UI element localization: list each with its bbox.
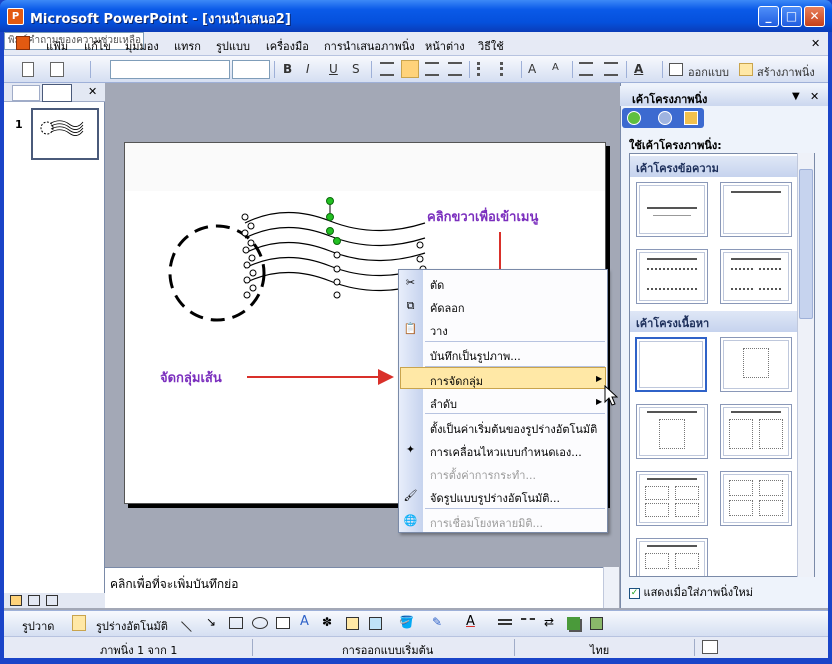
font-color-draw-icon[interactable]: A	[466, 614, 475, 629]
context-grouping[interactable]: การจัดกลุ่ม	[430, 372, 483, 390]
annotation-group-lines: จัดกลุ่มเส้น	[160, 371, 222, 386]
annotation-right-click: คลิกขวาเพื่อเข้าเมนู	[427, 210, 539, 225]
layout-title-slide[interactable]	[636, 182, 708, 237]
task-pane-nav	[622, 108, 704, 128]
drawing-toolbar: รูปวาด รูปร่างอัตโนมัติ ↘ A ✽ 🪣 ✎ A ⇄	[4, 610, 828, 636]
forward-icon[interactable]	[658, 111, 672, 125]
paste-clipboard-icon: 📋	[403, 322, 418, 335]
apply-layout-label: ใช้เค้าโครงภาพนิ่ง:	[629, 139, 722, 152]
back-icon[interactable]	[627, 111, 641, 125]
submenu-arrow-icon: ▶	[596, 374, 603, 383]
layout-title-two-content[interactable]	[720, 404, 792, 459]
dash-style-icon[interactable]	[521, 618, 535, 626]
section-content-layouts: เค้าโครงเนื้อหา	[630, 311, 798, 332]
notes-placeholder[interactable]: คลิกเพื่อที่จะเพิ่มบันทึกย่อ	[110, 575, 238, 594]
home-icon[interactable]	[684, 111, 698, 125]
context-save-as-picture[interactable]: บันทึกเป็นรูปภาพ...	[430, 347, 521, 365]
context-hyperlink[interactable]: การเชื่อมโยงหลายมิติ...	[430, 514, 543, 532]
select-pointer-icon[interactable]	[72, 615, 86, 631]
mouse-cursor-icon	[604, 385, 618, 406]
show-on-insert-label: แสดงเมื่อใส่ภาพนิ่งใหม่	[643, 586, 753, 599]
picture-icon[interactable]	[369, 617, 382, 630]
oval-icon[interactable]	[252, 617, 268, 629]
line-style-icon[interactable]	[498, 619, 512, 625]
context-set-default[interactable]: ตั้งเป็นค่าเริ่มต้นของรูปร่างอัตโนมัติ	[430, 420, 597, 438]
task-pane-dropdown[interactable]: ▼	[792, 91, 800, 102]
line-icon[interactable]	[181, 612, 201, 632]
context-cut[interactable]: ตัด	[430, 276, 444, 294]
status-design-template: การออกแบบเริ่มต้น	[342, 644, 434, 657]
layout-partial[interactable]	[636, 538, 708, 576]
layout-four-content[interactable]	[720, 471, 792, 526]
layout-content[interactable]	[720, 337, 792, 392]
checkbox-checked-icon[interactable]: ✓	[629, 587, 640, 599]
context-custom-animation[interactable]: การเคลื่อนไหวแบบกำหนดเอง...	[430, 443, 582, 461]
rectangle-icon[interactable]	[229, 617, 243, 629]
textbox-icon[interactable]	[276, 617, 290, 629]
wordart-icon[interactable]: A	[300, 614, 309, 629]
layout-title-content[interactable]	[636, 404, 708, 459]
format-shape-icon: 🖌	[403, 489, 418, 502]
status-bar: ภาพนิ่ง 1 จาก 1 การออกแบบเริ่มต้น ไทย	[4, 636, 828, 658]
arrow-icon[interactable]: ↘	[206, 615, 216, 629]
layout-two-column-text[interactable]	[720, 249, 792, 304]
status-language: ไทย	[590, 644, 610, 657]
3d-style-icon[interactable]	[590, 617, 603, 630]
animation-icon: ✦	[405, 443, 416, 456]
submenu-arrow-icon: ▶	[596, 397, 603, 406]
draw-menu-button[interactable]: รูปวาด	[22, 617, 54, 635]
copy-icon: ⧉	[406, 299, 415, 312]
context-action-settings[interactable]: การตั้งค่าการกระทำ...	[430, 466, 536, 484]
cut-icon: ✂	[405, 276, 416, 289]
diagram-icon[interactable]: ✽	[322, 615, 332, 629]
layout-title-four-content[interactable]	[636, 471, 708, 526]
layout-scrollbar[interactable]	[797, 153, 814, 577]
arrow-style-icon[interactable]: ⇄	[544, 615, 554, 629]
shadow-style-icon[interactable]	[567, 617, 580, 630]
context-copy[interactable]: คัดลอก	[430, 299, 465, 317]
layout-gallery: เค้าโครงข้อความ เค้าโครงเนื้อหา	[629, 153, 815, 577]
layout-blank[interactable]	[635, 337, 707, 392]
layout-title-text[interactable]	[636, 249, 708, 304]
status-slide-count: ภาพนิ่ง 1 จาก 1	[100, 644, 178, 657]
context-order[interactable]: ลำดับ	[430, 395, 457, 413]
task-pane-title: เค้าโครงภาพนิ่ง	[632, 93, 708, 106]
fill-color-icon[interactable]: 🪣	[399, 615, 414, 629]
spelling-status-icon[interactable]	[702, 640, 718, 654]
hyperlink-icon: 🌐	[403, 514, 418, 527]
layout-title-only[interactable]	[720, 182, 792, 237]
context-format-autoshape[interactable]: จัดรูปแบบรูปร่างอัตโนมัติ...	[430, 489, 560, 507]
line-color-icon[interactable]: ✎	[432, 615, 442, 629]
context-paste[interactable]: วาง	[430, 322, 448, 340]
section-text-layouts: เค้าโครงข้อความ	[630, 156, 798, 177]
task-pane-close[interactable]: ✕	[810, 90, 819, 103]
clipart-icon[interactable]	[346, 617, 359, 630]
autoshapes-menu-button[interactable]: รูปร่างอัตโนมัติ	[96, 617, 168, 635]
show-on-insert-option[interactable]: ✓ แสดงเมื่อใส่ภาพนิ่งใหม่	[629, 583, 753, 601]
notes-scrollbar[interactable]	[603, 567, 619, 608]
